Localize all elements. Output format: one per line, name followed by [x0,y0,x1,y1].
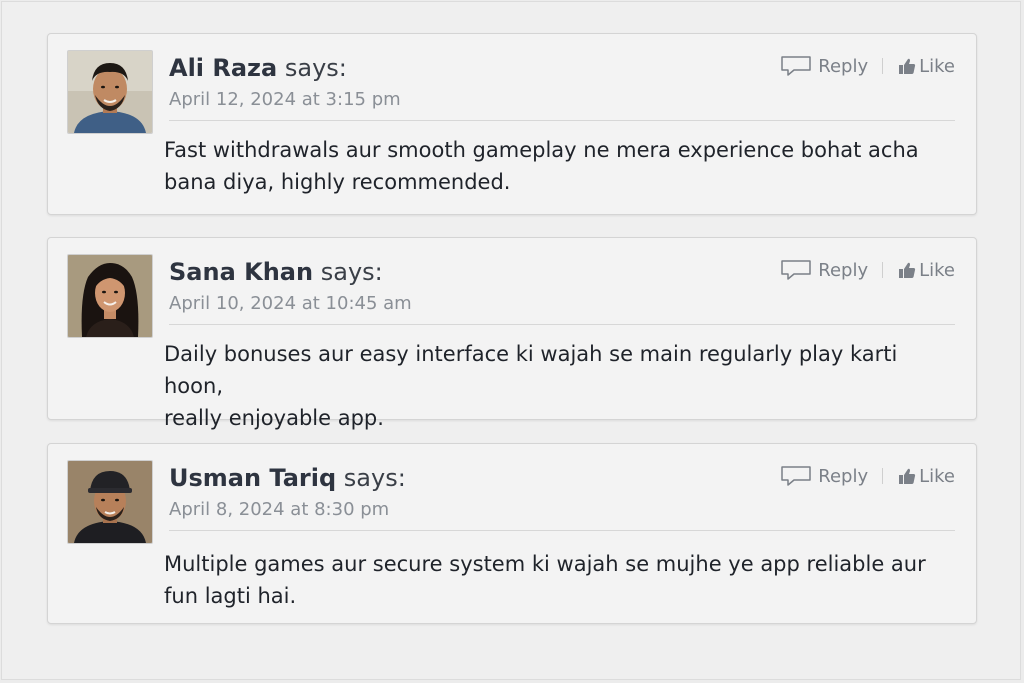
avatar-male-image [68,51,152,133]
reply-label: Reply [818,465,869,487]
comment-date[interactable]: April 8, 2024 at 8:30 pm [169,499,389,520]
comment-text: Multiple games aur secure system ki waja… [164,552,926,608]
author-name[interactable]: Usman Tariq [169,464,336,492]
like-label: Like [919,465,955,487]
actions-divider [882,468,884,484]
avatar [67,50,153,134]
comment-card: Usman Tariq says: April 8, 2024 at 8:30 … [47,443,977,624]
avatar [67,254,153,338]
comments-section: Ali Raza says: April 12, 2024 at 3:15 pm… [1,1,1021,680]
comment-divider [169,530,955,531]
thumbs-up-icon [899,468,916,484]
comment-actions: Reply Like [780,465,955,487]
like-button[interactable]: Like [898,466,955,487]
like-label: Like [919,55,955,77]
comment-actions: Reply Like [780,55,955,77]
thumbs-up-icon [899,262,916,278]
avatar-male-cap-image [68,461,152,543]
reply-label: Reply [818,259,869,281]
author-name[interactable]: Sana Khan [169,258,313,286]
reply-button[interactable]: Reply [780,55,868,77]
says-label: says: [284,54,347,82]
comment-author: Usman Tariq says: [169,464,406,492]
comment-divider [169,324,955,325]
avatar-female-image [68,255,152,337]
comment-text: Daily bonuses aur easy interface ki waja… [164,338,954,434]
actions-divider [882,58,884,74]
comment-date[interactable]: April 12, 2024 at 3:15 pm [169,89,401,110]
comment-text: Fast withdrawals aur smooth gameplay ne … [164,138,919,194]
comment-divider [169,120,955,121]
thumbs-up-icon [899,58,916,74]
comment-text-line: really enjoyable app. [164,406,384,430]
like-label: Like [919,259,955,281]
comment-actions: Reply Like [780,259,955,281]
comment-card: Ali Raza says: April 12, 2024 at 3:15 pm… [47,33,977,215]
says-label: says: [320,258,383,286]
comment-text-line: Daily bonuses aur easy interface ki waja… [164,342,898,398]
author-name[interactable]: Ali Raza [169,54,277,82]
comment-card: Sana Khan says: April 10, 2024 at 10:45 … [47,237,977,430]
comment-author: Sana Khan says: [169,258,383,286]
speech-bubble-icon [781,466,811,486]
speech-bubble-icon [781,56,811,76]
like-button[interactable]: Like [898,56,955,77]
reply-button[interactable]: Reply [780,465,868,487]
says-label: says: [343,464,406,492]
like-button[interactable]: Like [898,260,955,281]
reply-button[interactable]: Reply [780,259,868,281]
reply-label: Reply [818,55,869,77]
comment-author: Ali Raza says: [169,54,347,82]
speech-bubble-icon [781,260,811,280]
actions-divider [882,262,884,278]
comment-date[interactable]: April 10, 2024 at 10:45 am [169,293,412,314]
avatar [67,460,153,544]
